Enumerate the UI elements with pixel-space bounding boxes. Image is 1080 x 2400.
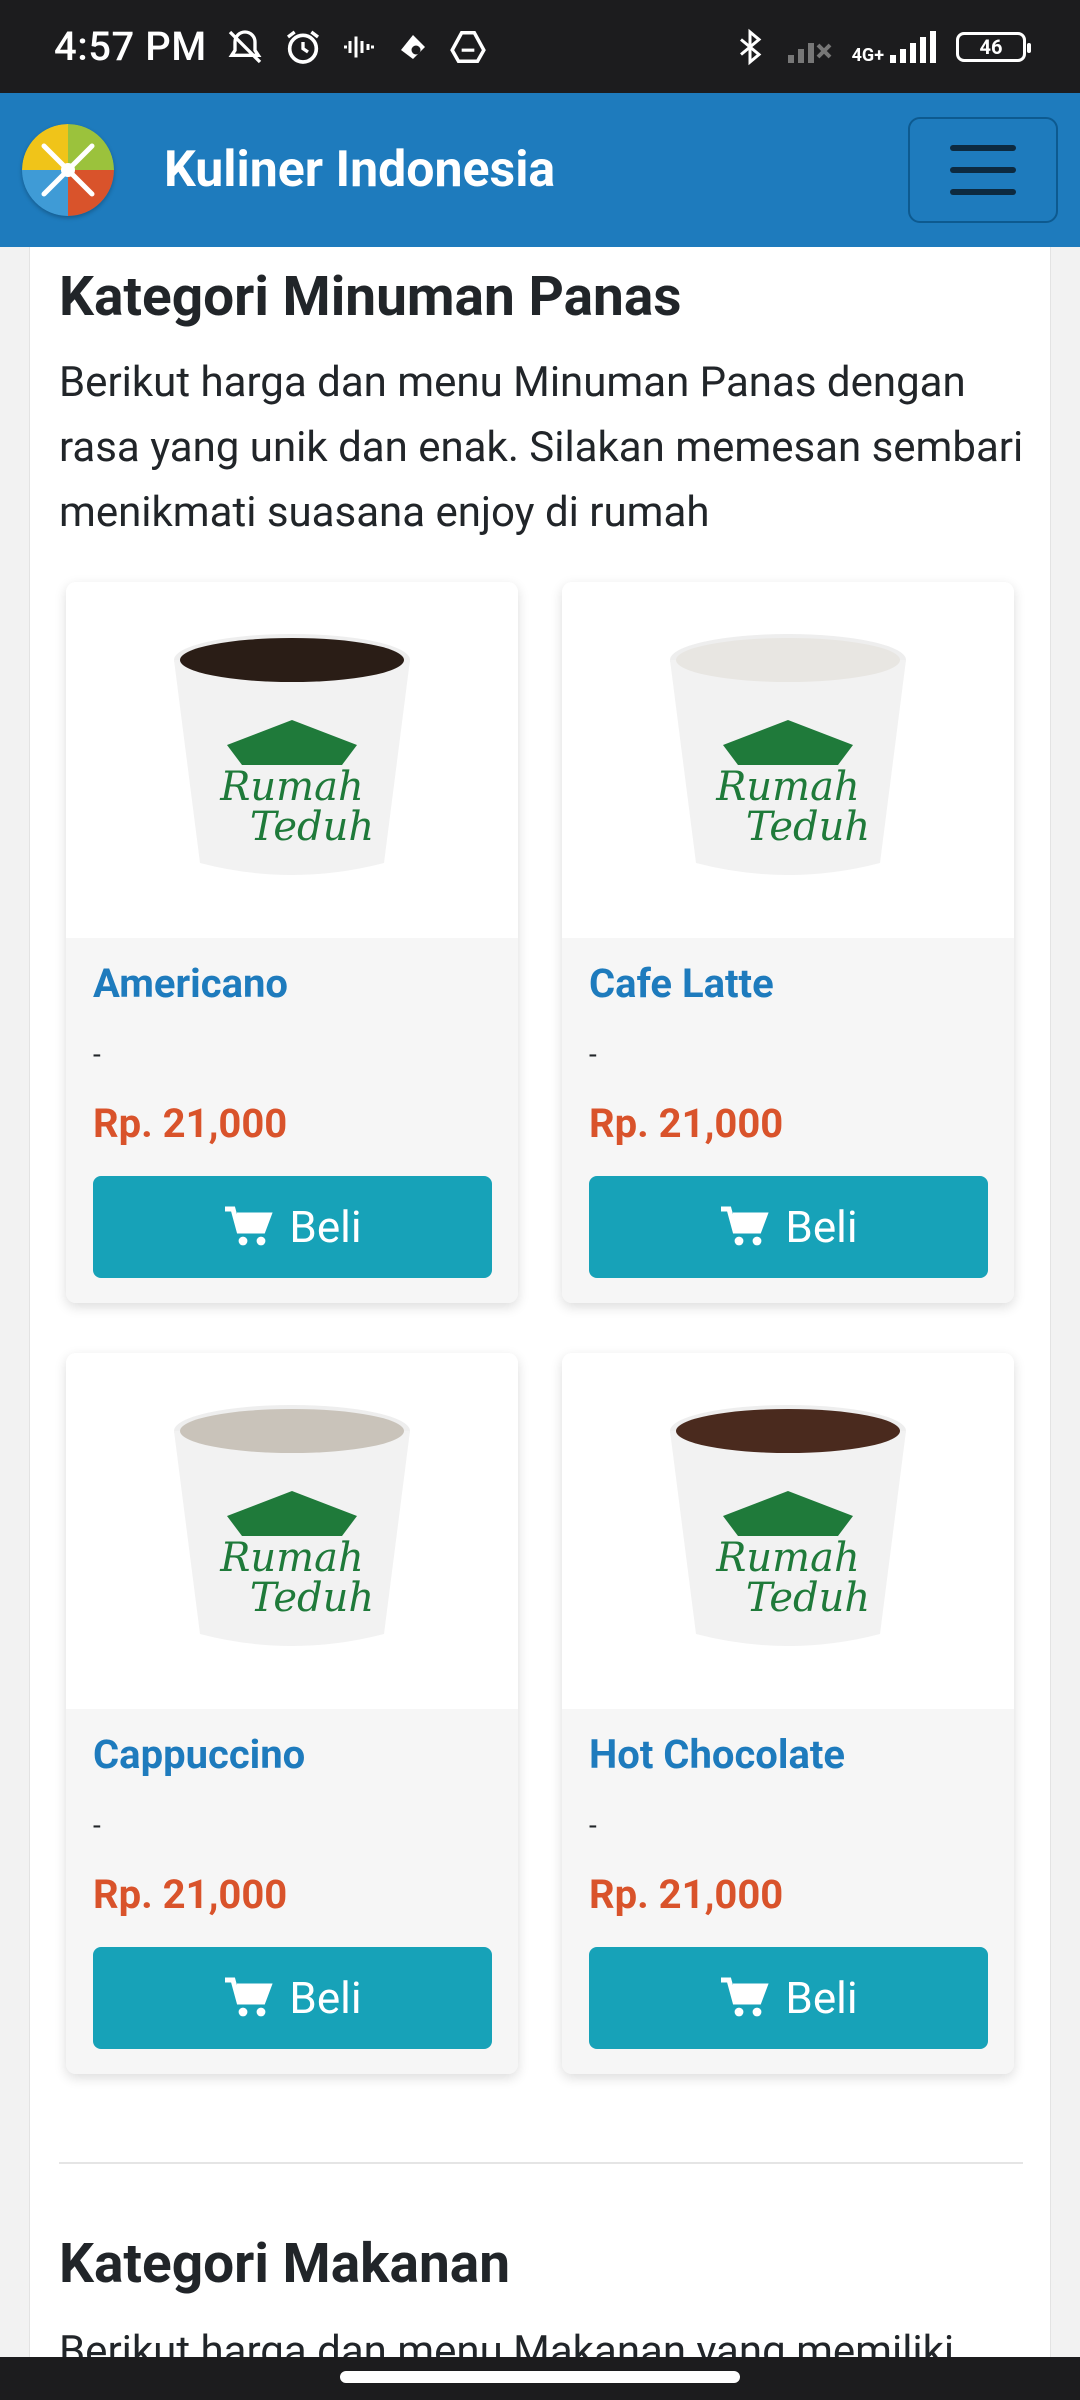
card-body: Cafe Latte - Rp. 21,000 Beli (562, 938, 1014, 1303)
product-image: Rumah Teduh (66, 1353, 518, 1709)
card-body: Hot Chocolate - Rp. 21,000 Beli (562, 1709, 1014, 2074)
section-title-hot-drinks: Kategori Minuman Panas (59, 265, 682, 329)
product-card-hot-chocolate: Rumah Teduh Hot Chocolate - Rp. 21,000 B… (562, 1353, 1014, 2074)
hamburger-line (950, 145, 1016, 151)
shopping-cart-icon (225, 1977, 274, 2017)
product-description: - (589, 1809, 597, 1842)
section-description-hot-drinks: Berikut harga dan menu Minuman Panas den… (59, 358, 1024, 537)
buy-button[interactable]: Beli (93, 1176, 492, 1278)
cup-brand-line2: Teduh (250, 1575, 374, 1621)
main-content: Kategori Minuman Panas Berikut harga dan… (29, 247, 1051, 2357)
cup-brand-line2: Teduh (746, 804, 870, 850)
hamburger-line (950, 189, 1016, 195)
status-time: 4:57 PM (54, 23, 207, 70)
alarm-icon (286, 30, 319, 64)
buy-button[interactable]: Beli (589, 1176, 988, 1278)
vibrate-icon (343, 36, 374, 57)
app-icon (400, 34, 425, 59)
buy-button[interactable]: Beli (589, 1947, 988, 2049)
app-bar: Kuliner Indonesia (0, 93, 1080, 247)
product-price: Rp. 21,000 (589, 1100, 784, 1147)
buy-button-label: Beli (289, 1201, 362, 1253)
buy-button-label: Beli (785, 1201, 858, 1253)
buy-button-label: Beli (289, 1972, 362, 2024)
section-divider (59, 2162, 1023, 2164)
product-price: Rp. 21,000 (93, 1871, 288, 1918)
product-card-cappuccino: Rumah Teduh Cappuccino - Rp. 21,000 Beli (66, 1353, 518, 2074)
product-name[interactable]: Americano (93, 960, 288, 1007)
battery-icon: 46 (956, 31, 1031, 62)
product-image: Rumah Teduh (562, 582, 1014, 938)
product-price: Rp. 21,000 (93, 1100, 288, 1147)
bluetooth-icon (739, 28, 761, 65)
app-title[interactable]: Kuliner Indonesia (164, 141, 555, 199)
signal-off-icon (787, 42, 832, 63)
battery-level: 46 (979, 34, 1003, 59)
cup-brand-line2: Teduh (250, 804, 374, 850)
restaurant-logo-icon[interactable] (22, 124, 114, 216)
card-body: Cappuccino - Rp. 21,000 Beli (66, 1709, 518, 2074)
buy-button-label: Beli (785, 1972, 858, 2024)
product-description: - (589, 1038, 597, 1071)
notifications-off-icon (228, 29, 262, 63)
shopping-cart-icon (721, 1977, 770, 2017)
card-body: Americano - Rp. 21,000 Beli (66, 938, 518, 1303)
product-description: - (93, 1809, 101, 1842)
product-price: Rp. 21,000 (589, 1871, 784, 1918)
section-description-food: Berikut harga dan menu Makanan yang memi… (59, 2327, 955, 2357)
buy-button[interactable]: Beli (93, 1947, 492, 2049)
hamburger-menu-button[interactable] (908, 117, 1058, 223)
product-name[interactable]: Cafe Latte (589, 960, 774, 1007)
product-name[interactable]: Cappuccino (93, 1731, 305, 1778)
status-left-icons (225, 27, 487, 67)
hamburger-line (950, 167, 1016, 173)
drive-icon (449, 30, 486, 63)
product-image: Rumah Teduh (66, 582, 518, 938)
signal-icon (890, 30, 936, 63)
network-type: 4G+ (851, 44, 884, 66)
cup-brand-line2: Teduh (746, 1575, 870, 1621)
product-description: - (93, 1038, 101, 1071)
product-name[interactable]: Hot Chocolate (589, 1731, 845, 1778)
status-bar: 4:57 PM 4G+ 46 (0, 0, 1080, 93)
status-right: 4G+ 46 (732, 27, 1031, 67)
product-card-americano: Rumah Teduh Americano - Rp. 21,000 Beli (66, 582, 518, 1303)
system-navigation-bar (0, 2357, 1080, 2400)
product-image: Rumah Teduh (562, 1353, 1014, 1709)
shopping-cart-icon (721, 1206, 770, 1246)
gesture-handle[interactable] (340, 2371, 740, 2383)
section-title-food: Kategori Makanan (59, 2232, 511, 2296)
product-card-cafe-latte: Rumah Teduh Cafe Latte - Rp. 21,000 Beli (562, 582, 1014, 1303)
shopping-cart-icon (225, 1206, 274, 1246)
